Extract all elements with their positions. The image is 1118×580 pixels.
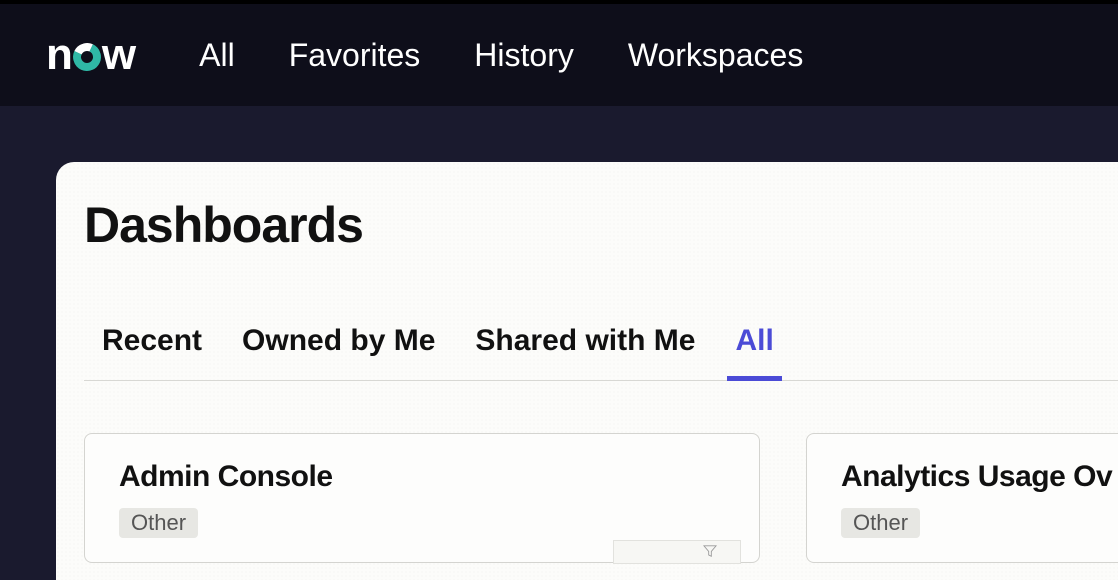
tab-owned-by-me[interactable]: Owned by Me: [242, 324, 435, 380]
card-category-badge: Other: [841, 508, 920, 538]
logo-text-w: w: [102, 30, 135, 80]
dashboard-tabs: Recent Owned by Me Shared with Me All: [84, 324, 1118, 381]
dashboard-card-admin-console[interactable]: Admin Console Other: [84, 433, 760, 563]
tab-recent[interactable]: Recent: [102, 324, 202, 380]
dashboard-cards-row: Admin Console Other Analytics Usage Ov O…: [84, 433, 1118, 563]
page-title: Dashboards: [84, 196, 1118, 254]
tab-all[interactable]: All: [735, 324, 773, 380]
logo-o-icon: [73, 43, 101, 71]
nav-history[interactable]: History: [474, 37, 574, 74]
filter-icon[interactable]: [703, 544, 717, 558]
content-area: Dashboards Recent Owned by Me Shared wit…: [0, 106, 1118, 580]
nav-all[interactable]: All: [199, 37, 235, 74]
card-title: Admin Console: [119, 460, 725, 494]
nav-favorites[interactable]: Favorites: [289, 37, 421, 74]
card-category-badge: Other: [119, 508, 198, 538]
now-logo[interactable]: n w: [46, 30, 135, 80]
card-filter-box[interactable]: [613, 540, 741, 564]
card-title: Analytics Usage Ov: [841, 460, 1091, 494]
top-nav-bar: n w All Favorites History Workspaces: [0, 0, 1118, 106]
dashboards-panel: Dashboards Recent Owned by Me Shared wit…: [56, 162, 1118, 580]
nav-workspaces[interactable]: Workspaces: [628, 37, 803, 74]
dashboard-card-analytics-usage[interactable]: Analytics Usage Ov Other: [806, 433, 1118, 563]
tab-shared-with-me[interactable]: Shared with Me: [475, 324, 695, 380]
logo-text-n: n: [46, 30, 72, 80]
